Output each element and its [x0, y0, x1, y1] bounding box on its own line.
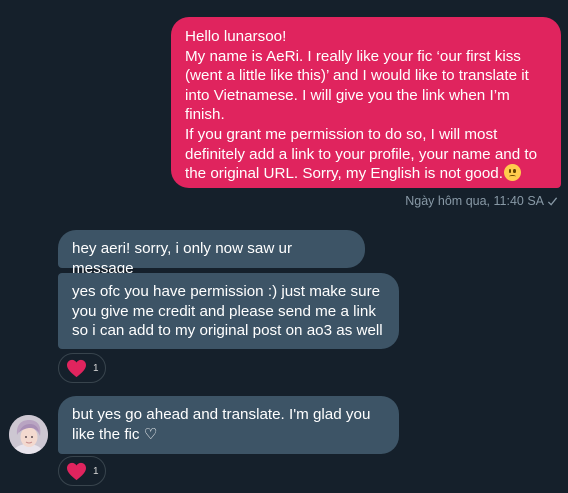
received-message-bubble[interactable]: yes ofc you have permission :) just make…: [58, 273, 399, 349]
received-message-bubble[interactable]: but yes go ahead and translate. I'm glad…: [58, 396, 399, 454]
sent-message-line: If you grant me permission to do so, I w…: [185, 125, 549, 184]
timestamp-text: Ngày hôm qua, 11:40 SA: [405, 194, 544, 208]
avatar[interactable]: [9, 415, 48, 454]
message-timestamp: Ngày hôm qua, 11:40 SA: [405, 194, 558, 208]
check-icon: [547, 196, 558, 206]
heart-reaction[interactable]: 1: [58, 353, 106, 383]
avatar-image: [9, 415, 48, 454]
sent-message-line: My name is AeRi. I really like your fic …: [185, 47, 529, 124]
reaction-count: 1: [93, 362, 99, 374]
heart-icon: [67, 359, 86, 377]
heart-reaction[interactable]: 1: [58, 456, 106, 486]
received-message-text: but yes go ahead and translate. I'm glad…: [72, 406, 371, 443]
received-message-text: yes ofc you have permission :) just make…: [72, 283, 383, 340]
sent-message-bubble[interactable]: Hello lunarsoo! My name is AeRi. I reall…: [171, 17, 561, 188]
received-message-text: hey aeri! sorry, i only now saw ur messa…: [72, 240, 293, 277]
received-message-bubble[interactable]: hey aeri! sorry, i only now saw ur messa…: [58, 230, 365, 277]
sent-message-text: If you grant me permission to do so, I w…: [185, 125, 538, 183]
heart-icon: [67, 462, 86, 480]
sent-message-line: Hello lunarsoo!: [185, 28, 287, 45]
conversation-view: Hello lunarsoo! My name is AeRi. I reall…: [0, 0, 568, 493]
worried-face-emoji: [503, 164, 521, 182]
reaction-count: 1: [93, 465, 99, 477]
